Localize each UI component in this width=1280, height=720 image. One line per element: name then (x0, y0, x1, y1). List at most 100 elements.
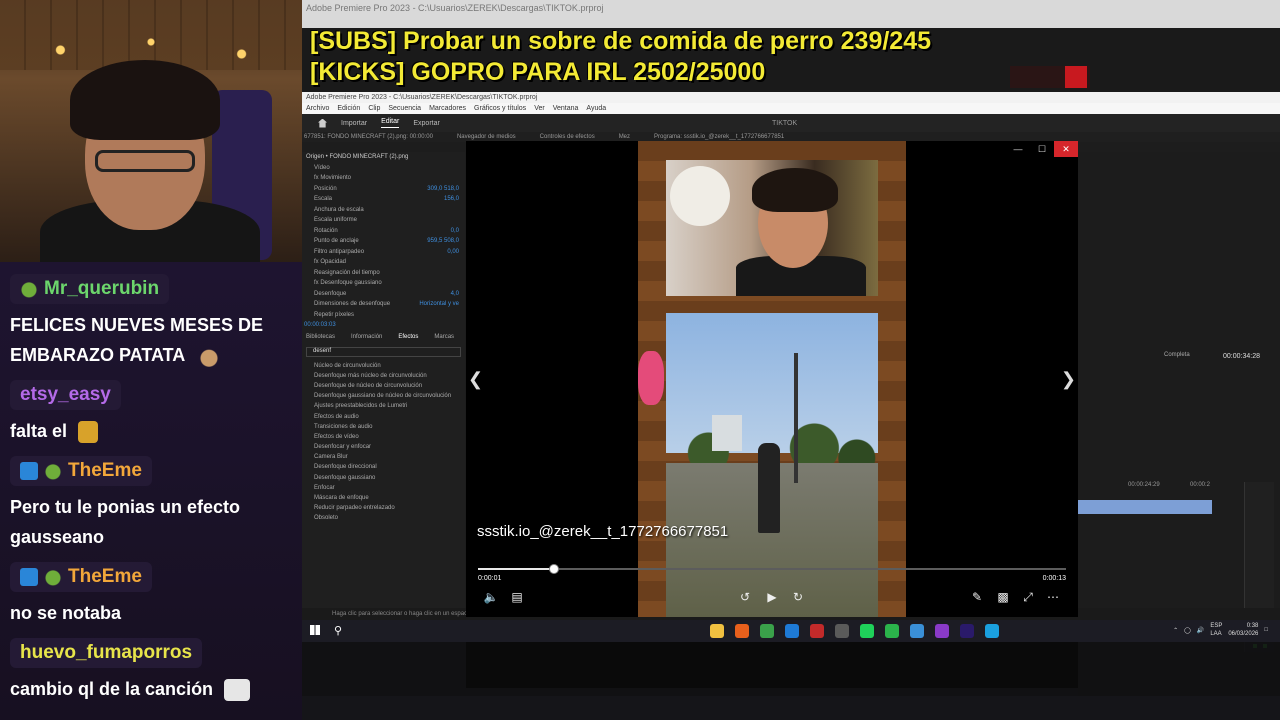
menu-ver[interactable]: Ver (534, 105, 545, 112)
windows-start-icon[interactable] (310, 625, 320, 635)
effects-tree-item[interactable]: Efectos de vídeo (302, 432, 465, 442)
panel-program-tab[interactable]: Programa: ssstik.io_@zerek__t_1772766677… (654, 134, 784, 140)
tab-marcas[interactable]: Marcas (434, 334, 454, 340)
effect-row[interactable]: Dimensiones de desenfoque Horizontal y ve (302, 299, 465, 310)
clock[interactable]: 0:38 06/03/2026 (1228, 622, 1258, 638)
taskbar-app-icon[interactable] (710, 624, 724, 638)
menu-clip[interactable]: Clip (368, 105, 380, 112)
tab-efectos[interactable]: Efectos (398, 334, 418, 340)
effects-tree-item[interactable]: Desenfoque más núcleo de circunvolución (302, 371, 465, 381)
effects-tree-item[interactable]: Efectos de audio (302, 411, 465, 421)
effect-row[interactable]: Filtro antiparpadeo 0,00 (302, 247, 465, 258)
taskbar-app-icon[interactable] (785, 624, 799, 638)
previous-arrow-icon[interactable]: ❮ (468, 369, 483, 390)
taskbar-app-icon[interactable] (885, 624, 899, 638)
progress-knob[interactable] (549, 564, 560, 574)
effect-row[interactable]: Posición 309,0 518,0 (302, 184, 465, 195)
taskbar-app-icon[interactable] (910, 624, 924, 638)
tab-informacion[interactable]: Información (351, 334, 382, 340)
effect-row[interactable]: fx Movimiento (302, 173, 465, 184)
effects-tree-item[interactable]: Núcleo de circunvolución (302, 361, 465, 371)
menu-edicion[interactable]: Edición (337, 105, 360, 112)
timeline-clip[interactable] (1078, 500, 1212, 514)
effects-tree-item[interactable]: Desenfoque gaussiano de núcleo de circun… (302, 391, 465, 401)
language-indicator[interactable]: ESP LAA (1210, 622, 1222, 638)
tab-exportar[interactable]: Exportar (413, 120, 439, 127)
panel-source-tab[interactable]: 677851: FONDO MINECRAFT (2).png: 00:00:0… (304, 134, 433, 140)
taskbar-app-icon[interactable] (935, 624, 949, 638)
taskbar-app-icon[interactable] (860, 624, 874, 638)
search-icon[interactable]: ⚲ (334, 624, 342, 637)
taskbar-app-icon[interactable] (960, 624, 974, 638)
taskbar-app-icon[interactable] (835, 624, 849, 638)
taskbar-app-icon[interactable] (810, 624, 824, 638)
tab-editar[interactable]: Editar (381, 118, 400, 128)
menu-marcadores[interactable]: Marcadores (429, 105, 466, 112)
video-progress-bar[interactable] (478, 564, 1066, 574)
effect-row[interactable]: Punto de anclaje 959,5 508,0 (302, 236, 465, 247)
speaker-icon[interactable]: 🔊 (1197, 627, 1204, 634)
miniplayer-icon[interactable]: ▩ (994, 589, 1012, 605)
effect-row[interactable]: fx Opacidad (302, 257, 465, 268)
effects-tree-item[interactable]: Desenfoque de núcleo de circunvolución (302, 381, 465, 391)
more-options-icon[interactable]: ⋯ (1044, 589, 1062, 605)
effect-row-value[interactable]: Horizontal y ve (419, 301, 465, 307)
effects-tree-item[interactable]: Transiciones de audio (302, 422, 465, 432)
taskbar-app-icon[interactable] (760, 624, 774, 638)
notifications-icon[interactable]: □ (1264, 627, 1268, 633)
effect-row[interactable]: Repetir píxeles (302, 310, 465, 321)
effect-row-value[interactable]: 959,5 508,0 (427, 238, 465, 244)
effect-row[interactable]: Vídeo (302, 163, 465, 174)
effects-tree-item[interactable]: Máscara de enfoque (302, 493, 465, 503)
menu-archivo[interactable]: Archivo (306, 105, 329, 112)
menu-ventana[interactable]: Ventana (553, 105, 579, 112)
effects-tree-item[interactable]: Camera Blur (302, 452, 465, 462)
menu-secuencia[interactable]: Secuencia (388, 105, 421, 112)
panel-effect-controls-tab[interactable]: Controles de efectos (540, 134, 595, 140)
edit-icon[interactable]: ✎ (968, 589, 986, 605)
home-icon[interactable] (318, 118, 327, 128)
effect-row[interactable]: Desenfoque 4,0 (302, 289, 465, 300)
fullscreen-icon[interactable]: ⤢ (1019, 589, 1037, 605)
volume-icon[interactable]: 🔈 (482, 589, 500, 605)
effects-tree-item[interactable]: Obsoleto (302, 513, 465, 523)
next-arrow-icon[interactable]: ❯ (1061, 369, 1076, 390)
tab-importar[interactable]: Importar (341, 120, 367, 127)
rewind-10-icon[interactable]: ↺ (736, 589, 754, 605)
tray-chevron-icon[interactable]: ⌃ (1173, 627, 1178, 634)
forward-30-icon[interactable]: ↻ (789, 589, 807, 605)
effects-tree-item[interactable]: Reducir parpadeo entrelazado (302, 503, 465, 513)
effect-row-value[interactable]: 0,0 (451, 228, 465, 234)
effect-row[interactable]: Rotación 0,0 (302, 226, 465, 237)
effect-row-value[interactable]: 4,0 (451, 291, 465, 297)
effects-tree-item[interactable]: Desenfoque direccional (302, 462, 465, 472)
effect-row[interactable]: Escala 156,0 (302, 194, 465, 205)
menu-ayuda[interactable]: Ayuda (586, 105, 606, 112)
minimize-button[interactable]: — (1006, 141, 1030, 157)
effect-row[interactable]: fx Desenfoque gaussiano (302, 278, 465, 289)
maximize-button[interactable]: ☐ (1030, 141, 1054, 157)
taskbar-app-icon[interactable] (985, 624, 999, 638)
menu-graficos[interactable]: Gráficos y títulos (474, 105, 526, 112)
effect-row[interactable]: Reasignación del tiempo (302, 268, 465, 279)
resolution-select[interactable]: Completa (1164, 352, 1190, 358)
effects-tree-item[interactable]: Ajustes preestablecidos de Lumetri (302, 401, 465, 411)
panel-media-browser-tab[interactable]: Navegador de medios (457, 134, 516, 140)
network-icon[interactable]: ◯ (1184, 627, 1191, 634)
effect-row-value[interactable]: 309,0 518,0 (427, 186, 465, 192)
effects-search-input[interactable]: desenf (306, 346, 461, 357)
effects-tree-item[interactable]: Desenfocar y enfocar (302, 442, 465, 452)
effect-rows: Vídeo fx Movimiento Posición 309,0 518,0 Esc… (302, 163, 465, 321)
captions-icon[interactable]: ▤ (508, 589, 526, 605)
effects-tree-item[interactable]: Desenfoque gaussiano (302, 473, 465, 483)
taskbar-app-icon[interactable] (735, 624, 749, 638)
play-icon[interactable]: ▶ (763, 589, 781, 605)
tab-bibliotecas[interactable]: Bibliotecas (306, 334, 335, 340)
effects-tree-item[interactable]: Enfocar (302, 483, 465, 493)
effect-row[interactable]: Anchura de escala (302, 205, 465, 216)
effect-row-value[interactable]: 0,00 (447, 249, 465, 255)
effect-row[interactable]: Escala uniforme (302, 215, 465, 226)
panel-mixer-tab[interactable]: Mez (619, 134, 630, 140)
effect-row-value[interactable]: 156,0 (444, 196, 465, 202)
close-button[interactable]: ✕ (1054, 141, 1078, 157)
